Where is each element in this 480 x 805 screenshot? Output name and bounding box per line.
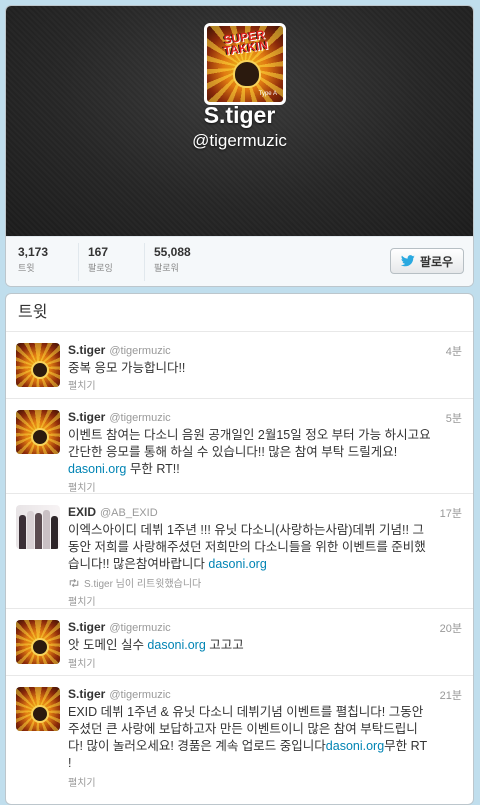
tweet-header: EXID @AB_EXID <box>68 505 158 519</box>
profile-avatar[interactable]: SUPER TAKKIN Type A <box>204 23 286 105</box>
tweet-timestamp[interactable]: 4분 <box>446 343 462 359</box>
tweet-text: 앗 도메인 실수 dasoni.org 고고고 <box>68 637 461 654</box>
tweet-text: 중복 응모 가능합니다!! <box>68 360 461 377</box>
tweet-avatar[interactable] <box>16 687 60 731</box>
tweet-text-line: 습니다!! 많은참여바랍니다 dasoni.org <box>68 556 461 573</box>
avatar-figure <box>27 511 34 549</box>
avatar-figure <box>19 515 26 549</box>
avatar-figure <box>35 513 42 549</box>
stat-tweets[interactable]: 3,173 트윗 <box>18 245 48 279</box>
tweet-avatar[interactable] <box>16 620 60 664</box>
tweet-author-name[interactable]: S.tiger <box>68 620 105 634</box>
tweet-expand-link[interactable]: 펼치기 <box>68 774 96 789</box>
tweet-text-line: ! <box>68 756 72 770</box>
tweet-header: S.tiger @tigermuzic <box>68 410 171 424</box>
avatar-figure <box>43 510 50 549</box>
follow-button-label: 팔로우 <box>419 254 454 269</box>
tweet-text-line: 중복 응모 가능합니다!! <box>68 361 186 375</box>
tweet-author-handle[interactable]: @tigermuzic <box>109 689 170 701</box>
tweet-text-fragment: 고고고 <box>205 638 244 652</box>
tweet-header: S.tiger @tigermuzic <box>68 620 171 634</box>
retweeted-by-text[interactable]: S.tiger 님이 리트윗했습니다 <box>84 575 201 590</box>
tweet-text-fragment: 다! 많이 놀러오세요! 경품은 계속 업로드 중입니다 <box>68 739 326 753</box>
stat-following-label: 팔로잉 <box>88 263 113 273</box>
tweet-text: EXID 데뷔 1주년 & 유닛 다소니 데뷔기념 이벤트를 펼칩니다! 그동안… <box>68 704 461 772</box>
tweet-text-fragment: 습니다!! 많은참여바랍니다 <box>68 557 209 571</box>
tweet-expand-link[interactable]: 펼치기 <box>68 593 96 608</box>
tweet-text-line: 간단한 응모를 통해 하실 수 있습니다!! 많은 참여 부탁 드릴게요! <box>68 445 398 459</box>
tweet-text-fragment: 무한 RT <box>384 739 428 753</box>
tweet-author-handle[interactable]: @tigermuzic <box>109 345 170 357</box>
tweet-author-handle[interactable]: @tigermuzic <box>109 622 170 634</box>
tweet-item[interactable]: S.tiger @tigermuzic 5분 이벤트 참여는 다소니 음원 공개일… <box>6 399 473 494</box>
tweet-link[interactable]: dasoni.org <box>68 462 126 476</box>
tweet-text: 이엑스아이디 데뷔 1주년 !!! 유닛 다소니(사랑하는사람)데뷔 기념!! … <box>68 522 461 573</box>
tweet-author-handle[interactable]: @AB_EXID <box>100 507 158 519</box>
tweet-text-line: 다! 많이 놀러오세요! 경품은 계속 업로드 중입니다dasoni.org무한… <box>68 738 461 755</box>
tiger-face-icon <box>233 60 261 88</box>
profile-card: SUPER TAKKIN Type A S.tiger @tigermuzic … <box>5 5 474 287</box>
tweet-author-name[interactable]: S.tiger <box>68 410 105 424</box>
stat-divider <box>78 243 79 281</box>
follow-button[interactable]: 팔로우 <box>390 248 464 274</box>
tweet-avatar[interactable] <box>16 410 60 454</box>
tweet-text-line: 이벤트 참여는 다소니 음원 공개일인 2월15일 정오 부터 가능 하시고요 <box>68 428 431 442</box>
tweet-item[interactable]: S.tiger @tigermuzic 4분 중복 응모 가능합니다!! 펼치기 <box>6 332 473 399</box>
tweet-header: S.tiger @tigermuzic <box>68 343 171 357</box>
stat-tweets-label: 트윗 <box>18 263 35 273</box>
profile-header: SUPER TAKKIN Type A S.tiger @tigermuzic <box>6 6 473 236</box>
avatar-caption: Type A <box>258 91 277 97</box>
tweet-item[interactable]: EXID @AB_EXID 17분 이엑스아이디 데뷔 1주년 !!! 유닛 다소… <box>6 494 473 609</box>
stat-followers-label: 팔로워 <box>154 263 179 273</box>
tweets-heading: 트윗 <box>6 294 473 332</box>
tweet-author-name[interactable]: EXID <box>68 505 96 519</box>
avatar-figure <box>51 516 58 549</box>
tweet-author-handle[interactable]: @tigermuzic <box>109 412 170 424</box>
tweet-expand-link[interactable]: 펼치기 <box>68 377 96 392</box>
tweets-card: 트윗 S.tiger @tigermuzic 4분 중복 응모 가능합니다!! 펼… <box>5 293 474 805</box>
tweet-link[interactable]: dasoni.org <box>147 638 205 652</box>
stat-divider <box>144 243 145 281</box>
stat-following-count: 167 <box>88 245 109 259</box>
stat-following[interactable]: 167 팔로잉 <box>88 245 113 279</box>
profile-display-name: S.tiger <box>203 102 276 128</box>
tweet-header: S.tiger @tigermuzic <box>68 687 171 701</box>
stat-followers[interactable]: 55,088 팔로워 <box>154 245 191 279</box>
retweet-icon <box>69 578 79 587</box>
retweeted-indicator: S.tiger 님이 리트윗했습니다 <box>68 575 201 590</box>
stats-bar: 3,173 트윗 167 팔로잉 55,088 팔로워 팔로우 <box>6 236 473 286</box>
tweet-link[interactable]: dasoni.org <box>326 739 384 753</box>
tweet-avatar[interactable] <box>16 343 60 387</box>
tweet-text-line: 동안 저희를 사랑해주셨던 저희만의 다소니들을 위한 이벤트를 준비했 <box>68 540 426 554</box>
tweet-text-fragment: 무한 RT!! <box>126 462 180 476</box>
tweet-timestamp[interactable]: 20분 <box>440 620 462 636</box>
tweet-timestamp[interactable]: 5분 <box>446 410 462 426</box>
tweet-timestamp[interactable]: 17분 <box>440 505 462 521</box>
tweet-author-name[interactable]: S.tiger <box>68 343 105 357</box>
tweet-text-line: EXID 데뷔 1주년 & 유닛 다소니 데뷔기념 이벤트를 펼칩니다! 그동안 <box>68 705 424 719</box>
tweet-text-line: 주셨던 큰 사랑에 보답하고자 만든 이벤트이니 많은 참여 부탁드립니 <box>68 722 418 736</box>
tweet-text-fragment: 앗 도메인 실수 <box>68 638 148 652</box>
tweet-timestamp[interactable]: 21분 <box>440 687 462 703</box>
stat-followers-count: 55,088 <box>154 245 191 259</box>
tweet-avatar[interactable] <box>16 505 60 549</box>
tweet-author-name[interactable]: S.tiger <box>68 687 105 701</box>
tweet-text: 이벤트 참여는 다소니 음원 공개일인 2월15일 정오 부터 가능 하시고요 … <box>68 427 461 478</box>
profile-screen-name[interactable]: @tigermuzic <box>6 131 473 151</box>
tweet-link[interactable]: dasoni.org <box>208 557 266 571</box>
tweet-text-line: 이엑스아이디 데뷔 1주년 !!! 유닛 다소니(사랑하는사람)데뷔 기념!! … <box>68 523 424 537</box>
twitter-bird-icon <box>400 255 415 267</box>
tweet-expand-link[interactable]: 펼치기 <box>68 655 96 670</box>
stat-tweets-count: 3,173 <box>18 245 49 259</box>
tweet-text-line: dasoni.org 무한 RT!! <box>68 461 461 478</box>
tweet-item[interactable]: S.tiger @tigermuzic 20분 앗 도메인 실수 dasoni.o… <box>6 609 473 676</box>
tweet-item[interactable]: S.tiger @tigermuzic 21분 EXID 데뷔 1주년 & 유닛 … <box>6 676 473 789</box>
tweet-expand-link[interactable]: 펼치기 <box>68 479 96 494</box>
